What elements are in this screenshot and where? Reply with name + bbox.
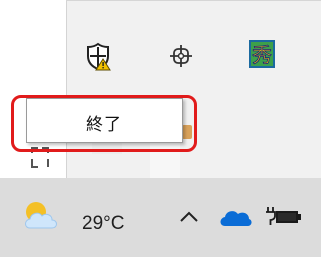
chevron-up-icon[interactable]	[178, 206, 200, 228]
security-shield-warning-icon[interactable]	[82, 40, 114, 72]
weather-temperature[interactable]: 29°C	[82, 213, 124, 235]
battery-plug-icon[interactable]	[265, 203, 305, 229]
app-knot-icon[interactable]	[165, 40, 197, 72]
flyout-top-border	[66, 0, 321, 1]
kanji-app-icon[interactable]: 秀	[246, 38, 278, 70]
highlight-annotation	[11, 95, 197, 152]
partly-cloudy-icon[interactable]	[20, 198, 66, 234]
svg-text:秀: 秀	[252, 43, 272, 67]
onedrive-cloud-icon[interactable]	[218, 206, 252, 228]
